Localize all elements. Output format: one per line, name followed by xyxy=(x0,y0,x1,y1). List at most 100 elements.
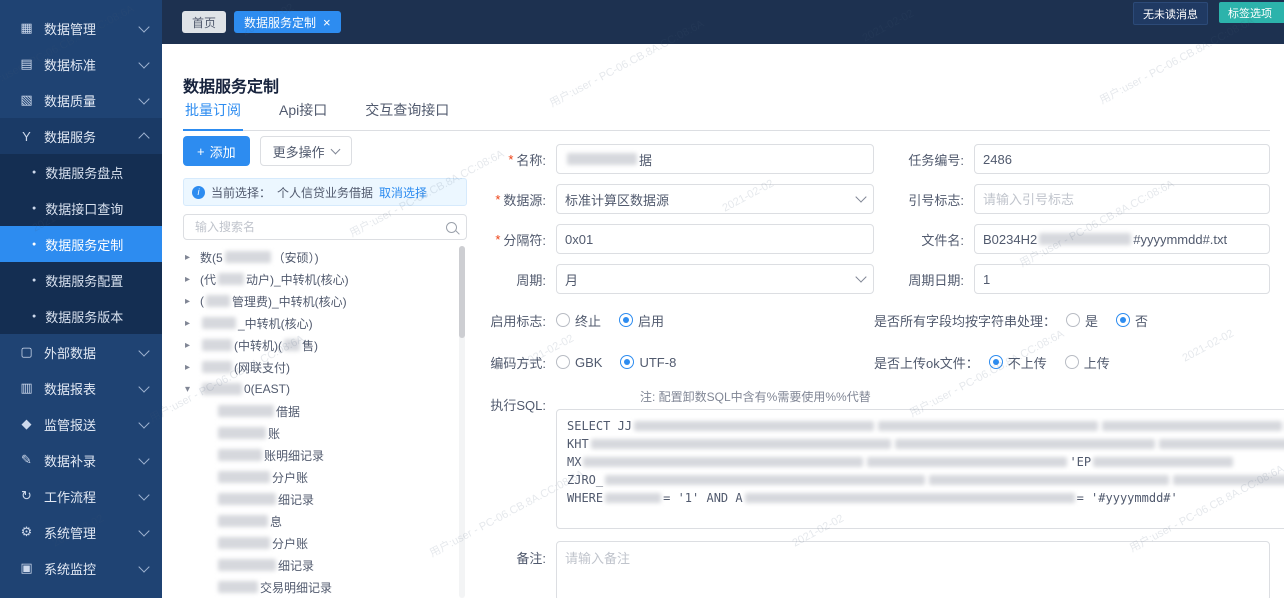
radio-icon[interactable] xyxy=(1066,313,1081,327)
sidebar-subitem-数据接口查询[interactable]: ● 数据接口查询 xyxy=(0,190,162,226)
sidebar-item-数据管理[interactable]: ▦ 数据管理 xyxy=(0,10,162,46)
sidebar-subitem-label: 数据服务配置 xyxy=(45,273,124,289)
radio-icon[interactable] xyxy=(1064,355,1079,369)
task-no-field[interactable] xyxy=(974,144,1270,174)
report-icon: ▥ xyxy=(20,380,33,395)
database-icon: ▦ xyxy=(20,20,33,35)
radio-option-是[interactable]: 是 xyxy=(1066,311,1098,330)
datasource-label: * 数据源: xyxy=(495,191,546,208)
sidebar-item-数据报表[interactable]: ▥ 数据报表 xyxy=(0,370,162,406)
radio-icon[interactable] xyxy=(556,355,570,369)
redacted-text xyxy=(218,449,262,461)
radio-selected-icon[interactable] xyxy=(1116,313,1131,327)
system-manage-icon: ⚙ xyxy=(20,524,33,539)
tab-interactive-query[interactable]: 交互查询接口 xyxy=(363,100,451,130)
radio-option-否[interactable]: 否 xyxy=(1116,311,1148,330)
name-value-fragment: 据 xyxy=(639,152,653,168)
redacted-text xyxy=(218,493,276,505)
text-fragment: 管理费)_中转机(核心) xyxy=(232,294,347,309)
sidebar-subitem-数据服务定制[interactable]: ● 数据服务定制 xyxy=(0,226,162,262)
sidebar-item-外部数据[interactable]: ▢ 外部数据 xyxy=(0,334,162,370)
filename-field[interactable]: B0234H2 #yyyymmdd#.txt xyxy=(974,224,1270,254)
expander-closed-icon[interactable]: ▸ xyxy=(185,274,200,285)
radio-option-终止[interactable]: 终止 xyxy=(556,311,601,330)
redacted-text xyxy=(1102,421,1283,431)
sql-editor[interactable]: SELECT JJ ELSEKHT GMC,MX 'EPZJRO_ 'BWHER… xyxy=(556,409,1284,529)
text-fragment: SELECT JJ xyxy=(567,419,633,433)
topbar: 首页 数据服务定制 × 无未读消息 标签选项 xyxy=(162,0,1284,44)
redacted-text xyxy=(744,493,1075,503)
expander-open-icon[interactable]: ▾ xyxy=(185,384,200,395)
selection-prefix: 当前选择： xyxy=(211,185,272,200)
radio-selected-icon[interactable] xyxy=(620,355,635,369)
required-asterisk: * xyxy=(495,231,501,247)
tab-api-interface[interactable]: Api接口 xyxy=(277,100,329,130)
form-row-remark: 备注: xyxy=(392,541,1270,598)
plus-icon: + xyxy=(197,143,205,159)
radio-option-不上传[interactable]: 不上传 xyxy=(988,353,1047,372)
sidebar-item-系统管理[interactable]: ⚙ 系统管理 xyxy=(0,514,162,550)
sidebar-subitem-数据服务配置[interactable]: ● 数据服务配置 xyxy=(0,262,162,298)
datasource-select[interactable]: 标准计算区数据源 xyxy=(556,184,874,214)
expander-closed-icon[interactable]: ▸ xyxy=(185,296,200,307)
quality-icon: ▧ xyxy=(20,92,33,107)
chevron-down-icon xyxy=(138,20,150,33)
separator-field[interactable] xyxy=(556,224,874,254)
text-fragment: _中转机(核心) xyxy=(238,316,313,331)
expander-closed-icon[interactable]: ▸ xyxy=(185,252,200,263)
more-actions-button[interactable]: 更多操作 xyxy=(259,136,352,166)
nav-tab-home[interactable]: 首页 xyxy=(182,11,227,33)
no-unread-messages-button[interactable]: 无未读消息 xyxy=(1133,2,1208,25)
radio-icon[interactable] xyxy=(556,313,570,327)
sidebar-item-数据服务[interactable]: Y 数据服务 xyxy=(0,118,162,154)
encoding-label: 编码方式: xyxy=(490,355,546,371)
radio-option-上传[interactable]: 上传 xyxy=(1064,353,1110,372)
sidebar-item-数据质量[interactable]: ▧ 数据质量 xyxy=(0,82,162,118)
filename-label: 文件名: xyxy=(921,232,964,248)
string-handle-radio-group: 是否 xyxy=(1066,311,1284,330)
tag-options-button[interactable]: 标签选项 xyxy=(1219,2,1284,23)
name-field[interactable]: 据 xyxy=(556,144,874,174)
radio-option-GBK[interactable]: GBK xyxy=(556,355,602,370)
tab-batch-subscribe[interactable]: 批量订阅 xyxy=(183,100,243,131)
separator-label: * 分隔符: xyxy=(495,231,546,248)
text-fragment: = '1' AND A xyxy=(663,491,743,505)
page-title: 数据服务定制 xyxy=(183,78,280,96)
chevron-down-icon xyxy=(855,191,867,203)
add-button[interactable]: + 添加 xyxy=(183,136,250,166)
form-row-5: 启用标志: 终止 启用 是否所有字段均按字符串处理： 是 否 xyxy=(392,308,1270,332)
remark-field[interactable] xyxy=(556,541,1270,598)
radio-option-UTF-8[interactable]: UTF-8 xyxy=(620,355,676,370)
sidebar-subitem-数据服务版本[interactable]: ● 数据服务版本 xyxy=(0,298,162,334)
nav-tab-current[interactable]: 数据服务定制 × xyxy=(234,11,341,33)
radio-selected-icon[interactable] xyxy=(619,313,634,327)
sidebar-item-数据补录[interactable]: ✎ 数据补录 xyxy=(0,442,162,478)
chevron-down-icon xyxy=(138,56,150,69)
sidebar-item-监管报送[interactable]: ◆ 监管报送 xyxy=(0,406,162,442)
bullet-icon: ● xyxy=(32,168,37,176)
quote-flag-label: 引号标志: xyxy=(908,192,964,208)
close-icon[interactable]: × xyxy=(323,16,331,29)
radio-option-label: 终止 xyxy=(575,313,602,329)
sidebar-subitem-label: 数据服务版本 xyxy=(45,309,124,325)
radio-selected-icon[interactable] xyxy=(988,355,1003,369)
expander-closed-icon[interactable]: ▸ xyxy=(185,340,200,351)
sql-note: 注: 配置卸数SQL中含有%需要使用%%代替 xyxy=(640,390,871,404)
sidebar-item-工作流程[interactable]: ↻ 工作流程 xyxy=(0,478,162,514)
sidebar-item-系统监控[interactable]: ▣ 系统监控 xyxy=(0,550,162,586)
period-date-field[interactable] xyxy=(974,264,1270,294)
sidebar-subitem-数据服务盘点[interactable]: ● 数据服务盘点 xyxy=(0,154,162,190)
sidebar-item-label: 工作流程 xyxy=(44,489,97,505)
expander-closed-icon[interactable]: ▸ xyxy=(185,362,200,373)
sidebar-item-数据标准[interactable]: ▤ 数据标准 xyxy=(0,46,162,82)
text-fragment: MX xyxy=(567,455,582,469)
sidebar-item-label: 系统管理 xyxy=(44,525,97,541)
sidebar-item-label: 监管报送 xyxy=(44,417,97,433)
workflow-icon: ↻ xyxy=(21,488,32,503)
quote-flag-field[interactable] xyxy=(974,184,1270,214)
expander-closed-icon[interactable]: ▸ xyxy=(185,318,200,329)
radio-option-启用[interactable]: 启用 xyxy=(619,311,664,330)
redacted-text xyxy=(929,475,1170,485)
text-fragment: 细记录 xyxy=(278,558,315,573)
period-select[interactable]: 月 xyxy=(556,264,874,294)
